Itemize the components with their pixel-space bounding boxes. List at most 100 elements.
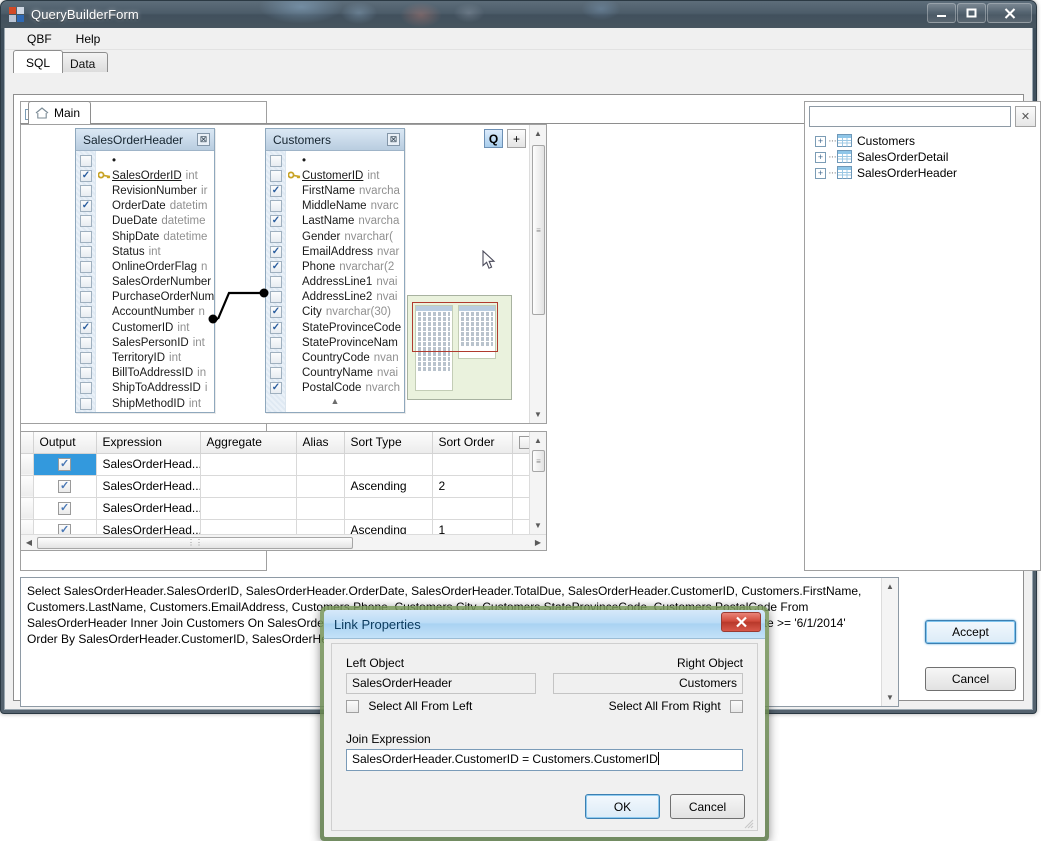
add-button[interactable]: + [507, 129, 526, 148]
field-row[interactable]: BillToAddressID in [76, 366, 214, 381]
scroll-thumb[interactable]: ≡ [532, 145, 545, 315]
close-icon[interactable]: ⊠ [197, 133, 210, 146]
select-all-right-checkbox[interactable] [730, 700, 743, 714]
table-box-header[interactable]: Customers ⊠ [266, 129, 404, 151]
field-checkbox[interactable] [80, 230, 92, 243]
tree-item-salesorderdetail[interactable]: + ··· SalesOrderDetail [809, 149, 1036, 165]
cancel-button[interactable]: Cancel [925, 667, 1016, 691]
ok-button[interactable]: OK [585, 794, 660, 819]
field-row[interactable]: • [266, 153, 404, 168]
cell-aggregate[interactable] [200, 453, 297, 476]
grid-col-aggregate[interactable]: Aggregate [200, 432, 297, 454]
field-checkbox[interactable] [80, 215, 92, 228]
table-row[interactable]: SalesOrderHead... [21, 453, 545, 476]
cell-sort-type[interactable] [344, 453, 433, 476]
table-row[interactable]: SalesOrderHead... Ascending 2 [21, 475, 545, 498]
grid-col-alias[interactable]: Alias [296, 432, 345, 454]
sql-vertical-scrollbar[interactable]: ▲ ▼ [881, 578, 898, 706]
select-all-left-checkbox[interactable] [346, 700, 359, 714]
scroll-down-icon[interactable]: ▼ [530, 517, 546, 534]
grid-vertical-scrollbar[interactable]: ▲ ≡ ▼ [529, 432, 546, 534]
field-checkbox[interactable] [80, 276, 92, 289]
field-row[interactable]: DueDate datetime [76, 214, 214, 229]
field-checkbox[interactable] [270, 367, 282, 380]
field-checkbox[interactable] [80, 154, 92, 167]
field-checkbox[interactable] [270, 382, 282, 395]
field-row[interactable]: ShipMethodID int [76, 396, 214, 411]
cell-sort-order[interactable] [432, 497, 513, 520]
cell-sort-type[interactable] [344, 497, 433, 520]
scroll-right-icon[interactable]: ▶ [530, 538, 546, 547]
field-checkbox[interactable] [270, 276, 282, 289]
diagram-canvas[interactable]: Q + SalesOrderHeader ⊠ • ✓ SalesOrderID … [20, 124, 547, 424]
cell-aggregate[interactable] [200, 497, 297, 520]
grid-col-sort-order[interactable]: Sort Order [432, 432, 513, 454]
resize-grip-icon[interactable] [744, 818, 754, 829]
cell-alias[interactable] [296, 475, 345, 498]
field-row[interactable]: CustomerIDint [76, 320, 214, 335]
field-row[interactable]: AddressLine1 nvai [266, 275, 404, 290]
expand-icon[interactable]: + [815, 151, 826, 163]
expand-icon[interactable]: + [815, 167, 826, 179]
minimize-button[interactable] [927, 3, 956, 23]
grid-col-expression[interactable]: Expression [96, 432, 201, 454]
table-box-header[interactable]: SalesOrderHeader ⊠ [76, 129, 214, 151]
field-row[interactable]: PurchaseOrderNum [76, 290, 214, 305]
field-row[interactable]: OrderDatedatetim [76, 199, 214, 214]
field-checkbox[interactable] [80, 306, 92, 319]
field-checkbox[interactable] [270, 215, 282, 228]
field-row[interactable]: PostalCodenvarch [266, 381, 404, 396]
cell-sort-order[interactable]: 2 [432, 475, 513, 498]
select-all-left-row[interactable]: Select All From Left [346, 699, 472, 714]
cell-sort-type[interactable]: Ascending [344, 475, 433, 498]
select-all-right-row[interactable]: Select All From Right [609, 699, 743, 714]
field-checkbox[interactable] [270, 352, 282, 365]
field-checkbox[interactable] [80, 200, 92, 213]
scroll-thumb[interactable]: ≡ [532, 450, 545, 472]
field-row[interactable]: RevisionNumber ir [76, 183, 214, 198]
field-checkbox[interactable] [270, 336, 282, 349]
table-row[interactable]: SalesOrderHead... [21, 497, 545, 520]
field-row[interactable]: OnlineOrderFlag n [76, 259, 214, 274]
search-input[interactable] [809, 106, 1011, 127]
field-row[interactable]: Citynvarchar(30) [266, 305, 404, 320]
field-row[interactable]: ShipToAddressID i [76, 381, 214, 396]
field-checkbox[interactable] [80, 184, 92, 197]
cell-sort-order[interactable] [432, 453, 513, 476]
query-button[interactable]: Q [484, 129, 503, 148]
tree-item-salesorderheader[interactable]: + ··· SalesOrderHeader [809, 165, 1036, 181]
output-checkbox[interactable] [58, 501, 71, 516]
field-row[interactable]: SalesOrderIDint [76, 168, 214, 183]
tab-sql[interactable]: SQL [13, 50, 64, 73]
field-checkbox[interactable] [270, 245, 282, 258]
field-checkbox[interactable] [80, 382, 92, 395]
field-checkbox[interactable] [270, 169, 282, 182]
field-row[interactable]: TerritoryID int [76, 350, 214, 365]
cell-expression[interactable]: SalesOrderHead... [96, 475, 201, 498]
row-selector[interactable] [21, 453, 34, 476]
row-selector[interactable] [21, 497, 34, 520]
output-checkbox[interactable] [58, 479, 71, 494]
close-icon[interactable]: ✕ [1015, 106, 1036, 127]
join-expression-field[interactable]: SalesOrderHeader.CustomerID = Customers.… [346, 749, 743, 771]
title-bar[interactable]: QueryBuilderForm [1, 1, 1036, 28]
grid-col-output[interactable]: Output [33, 432, 97, 454]
expression-grid[interactable]: Output Expression Aggregate Alias Sort T… [20, 431, 547, 551]
field-checkbox[interactable] [270, 154, 282, 167]
cell-aggregate[interactable] [200, 475, 297, 498]
row-selector[interactable] [21, 475, 34, 498]
scroll-up-icon[interactable]: ▲ [530, 125, 546, 142]
field-row[interactable]: StateProvinceNam [266, 335, 404, 350]
field-row[interactable]: • [76, 153, 214, 168]
menu-item-help[interactable]: Help [64, 30, 113, 48]
minimap-overview[interactable] [407, 295, 512, 400]
cell-alias[interactable] [296, 453, 345, 476]
cell-expression[interactable]: SalesOrderHead... [96, 453, 201, 476]
cell-expression[interactable]: SalesOrderHead... [96, 497, 201, 520]
scroll-down-icon[interactable]: ▼ [882, 689, 898, 706]
field-checkbox[interactable] [80, 291, 92, 304]
field-row[interactable]: EmailAddressnvar [266, 244, 404, 259]
scroll-up-icon[interactable]: ▲ [266, 396, 404, 406]
field-row[interactable]: Status int [76, 244, 214, 259]
field-row[interactable]: SalesOrderNumber [76, 275, 214, 290]
